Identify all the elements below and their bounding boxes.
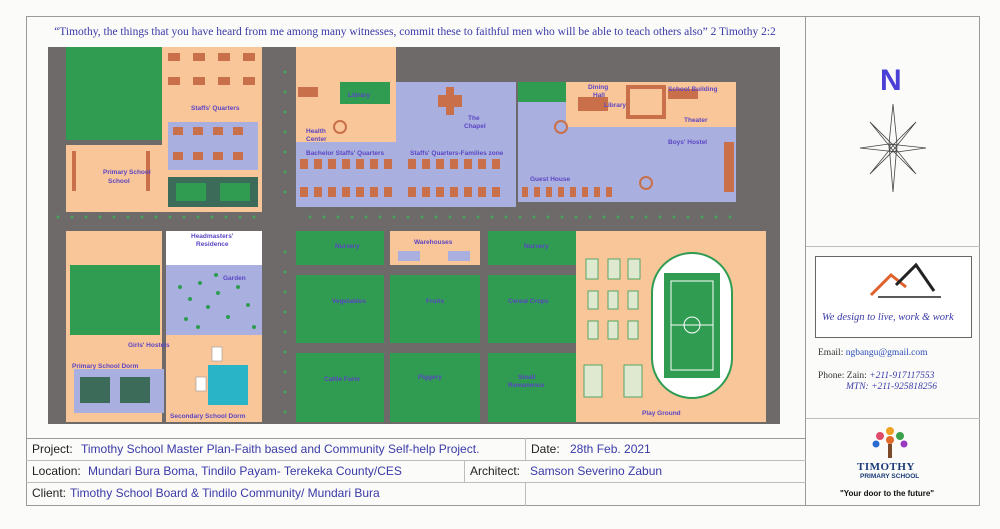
secondary-dorm-building (208, 365, 248, 405)
label-school-building: School Building (668, 86, 717, 93)
label-health: Health (306, 128, 326, 135)
architect-logo (815, 256, 972, 338)
label-nursery-2: Nursery (524, 243, 549, 250)
architect-label: Architect: (470, 464, 521, 478)
chapel-zone (398, 82, 513, 142)
cattle-farm (296, 353, 384, 422)
phone-zain: +211-917117553 (869, 371, 935, 381)
cereal-crops (488, 275, 576, 343)
project-value: Timothy School Master Plan-Faith based a… (81, 442, 480, 456)
label-nursery-1: Nursery (335, 243, 360, 250)
tree-logo-icon (872, 427, 908, 458)
label-ruminants: Remanence (508, 382, 545, 389)
label-garden: Garden (223, 275, 246, 282)
label-primary-school: Primary School (103, 169, 151, 176)
label-headmasters: Headmasters' (191, 233, 234, 240)
mtn-line: MTN: +211-925818256 (846, 382, 937, 392)
site-plan: Staffs' Quarters Primary School School H… (48, 47, 780, 424)
piggery (390, 353, 480, 422)
title-block: Project: Timothy School Master Plan-Fait… (26, 438, 806, 507)
label-library: Library (604, 102, 626, 109)
location-row: Location: Mundari Bura Boma, Tindilo Pay… (26, 461, 806, 483)
fruits (390, 275, 480, 343)
date-label: Date: (531, 442, 560, 456)
email-link[interactable]: ngbangu@gmail.com (846, 348, 928, 358)
divider (806, 246, 980, 247)
label-guest-house: Guest House (530, 176, 570, 183)
bible-quote: “Timothy, the things that you have heard… (54, 26, 776, 38)
vegetables (296, 275, 384, 343)
label-boys-hostel: Boys' Hostel (668, 139, 707, 146)
label-small: Small (518, 374, 536, 381)
label-center: Center (306, 136, 327, 143)
client-value: Timothy School Board & Tindilo Community… (70, 486, 380, 500)
school-motto: "Your door to the future" (840, 489, 935, 498)
north-label: N (880, 64, 902, 97)
label-cattle-farm: Cattle Farm (324, 376, 360, 383)
label-chapel: Chapel (464, 123, 486, 130)
label-staff-quarters: Staffs' Quarters (191, 105, 240, 112)
label-play-ground: Play Ground (642, 410, 681, 417)
label-secondary-school-dorm: Secondary School Dorm (170, 413, 246, 420)
label-dining: Dining (588, 84, 608, 91)
location-value: Mundari Bura Boma, Tindilo Payam- Tereke… (88, 464, 402, 478)
label-school: School (108, 178, 130, 185)
label-library-top: Library (348, 92, 370, 99)
phone-mtn: +211-925818256 (871, 382, 937, 392)
label-bachelor-quarters: Bachelor Staffs' Quarters (306, 150, 385, 157)
school-name: TIMOTHY (857, 461, 915, 473)
client-label: Client: (32, 486, 67, 500)
divider (525, 482, 526, 506)
label-piggery: Piggery (418, 374, 442, 381)
phone-line: Phone: Zain: +211-917117553 (818, 371, 934, 381)
mtn-label: MTN: (846, 382, 869, 392)
label-theater: Theater (684, 117, 708, 124)
architect-slogan: We design to live, work & work (822, 312, 954, 323)
house-logo-icon (869, 262, 941, 298)
phone-label: Phone: Zain: (818, 371, 867, 381)
label-girls-hostels: Girls' Hostels (128, 342, 170, 349)
compass-rose-icon (859, 103, 927, 193)
divider (525, 438, 526, 460)
label-residence: Residence (196, 241, 229, 248)
date-value: 28th Feb. 2021 (570, 442, 651, 456)
label-vegetables: Vegetables (332, 298, 366, 305)
school-subtitle: PRIMARY SCHOOL (860, 473, 920, 480)
label-the: The (468, 115, 480, 122)
label-warehouses: Warehouses (414, 239, 453, 246)
girls-field (70, 265, 160, 335)
label-families-zone: Staffs' Quarters-Families zone (410, 150, 504, 157)
divider (464, 460, 465, 482)
garden-zone (166, 265, 262, 335)
email-label: Email: (818, 348, 844, 358)
label-hall: Hall (593, 92, 605, 99)
project-label: Project: (32, 442, 73, 456)
divider (806, 418, 980, 419)
label-cereal-crops: Cereal Crops (508, 298, 549, 305)
email-line: Email: ngbangu@gmail.com (818, 348, 928, 358)
primary-school-field (66, 47, 162, 140)
label-primary-school-dorm: Primary School Dorm (72, 363, 139, 370)
architect-value: Samson Severino Zabun (530, 464, 663, 478)
client-row: Client: Timothy School Board & Tindilo C… (26, 483, 806, 504)
location-label: Location: (32, 464, 81, 478)
label-fruits: Fruits (426, 298, 444, 305)
project-row: Project: Timothy School Master Plan-Fait… (26, 439, 806, 461)
